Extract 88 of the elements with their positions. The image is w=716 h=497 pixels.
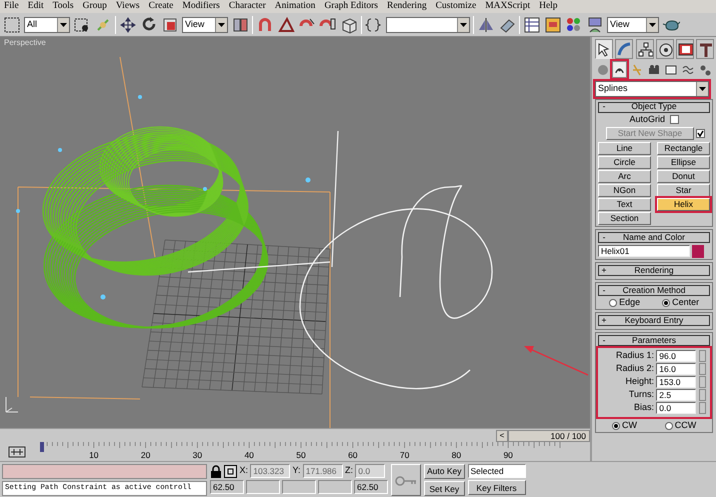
rollout-title: Creation Method xyxy=(622,286,686,296)
menu-item[interactable]: Group xyxy=(82,1,107,12)
number-field[interactable]: 0.0 xyxy=(656,402,696,414)
coordinate-field[interactable]: 171.986 xyxy=(302,464,343,478)
menu-item[interactable]: Graph Editors xyxy=(324,1,378,12)
previous-frame-button[interactable]: < xyxy=(496,430,508,442)
object-type-button[interactable]: Rectangle xyxy=(657,142,710,155)
frame-number: 40 xyxy=(244,450,254,460)
frame-number: 50 xyxy=(296,450,306,460)
coordinate-field[interactable]: 0.0 xyxy=(355,464,386,478)
number-field[interactable]: 2.5 xyxy=(656,389,696,402)
field-label: Turns: xyxy=(628,390,654,400)
radio-label: Edge xyxy=(619,298,640,308)
object-type-button[interactable]: Circle xyxy=(598,156,651,169)
object-type-button[interactable]: Text xyxy=(598,198,651,211)
rollout-title: Rendering xyxy=(633,266,675,276)
coordinate-label: X: xyxy=(240,466,248,476)
key-filters-button[interactable]: Key Filters xyxy=(468,480,526,496)
frame-counter: 100 / 100 xyxy=(508,430,590,442)
rollout-header[interactable]: + Keyboard Entry xyxy=(598,314,710,326)
object-type-button[interactable]: Section xyxy=(598,212,651,225)
dropdown[interactable]: All xyxy=(24,16,70,32)
field-label: Radius 2: xyxy=(616,364,654,374)
radio-label: CW xyxy=(622,421,637,432)
rollout-toggle[interactable]: - xyxy=(599,232,609,242)
set-key-button[interactable]: Set Key xyxy=(424,481,464,496)
auto-key-button[interactable]: Auto Key xyxy=(424,464,464,479)
rollout-toggle[interactable]: - xyxy=(599,102,609,112)
key-mode-field[interactable]: Selected xyxy=(468,464,526,478)
menu-item[interactable]: MAXScript xyxy=(485,1,530,12)
menu-item[interactable]: Help xyxy=(539,1,558,12)
menu-item[interactable]: Views xyxy=(116,1,140,12)
frame-number: 70 xyxy=(400,450,410,460)
name-field[interactable]: Helix01 xyxy=(598,245,690,258)
autogrid-label: AutoGrid xyxy=(629,114,666,124)
number-field[interactable]: 96.0 xyxy=(656,350,696,362)
rollout-header[interactable]: - Name and Color xyxy=(598,232,710,243)
category-dropdown[interactable]: Splines xyxy=(595,80,709,96)
object-type-button[interactable]: Helix xyxy=(657,198,710,211)
dropdown[interactable]: View xyxy=(607,16,659,32)
coordinate-field[interactable]: 103.323 xyxy=(250,464,290,478)
field-label: Bias: xyxy=(634,403,654,413)
menu-item[interactable]: Rendering xyxy=(387,1,427,12)
menu-item[interactable]: Edit xyxy=(28,1,44,12)
menu-item[interactable]: Animation xyxy=(274,1,316,12)
rollout-header[interactable]: - Creation Method xyxy=(598,284,710,296)
menu-item[interactable]: Customize xyxy=(436,1,476,12)
number-field[interactable]: 16.0 xyxy=(656,363,696,376)
time-slider-thumb[interactable]: < 100 / 100 xyxy=(496,430,590,442)
object-type-button[interactable]: Star xyxy=(657,184,710,197)
rollout-header[interactable]: - Object Type xyxy=(598,102,710,112)
rollout-header[interactable]: + Rendering xyxy=(598,264,710,276)
menu-item[interactable]: File xyxy=(4,1,19,12)
object-type-button[interactable]: Donut xyxy=(657,170,710,183)
radio-label: CCW xyxy=(674,421,696,432)
readout-field: 62.50 xyxy=(210,480,244,494)
dropdown[interactable]: View xyxy=(182,16,228,32)
menu-item[interactable]: Create xyxy=(148,1,174,12)
object-type-button[interactable]: NGon xyxy=(598,184,651,197)
object-type-button[interactable]: Arc xyxy=(598,170,651,183)
rollout-toggle[interactable]: - xyxy=(599,336,609,345)
menu-item[interactable]: Tools xyxy=(52,1,74,12)
menu-item[interactable]: Modifiers xyxy=(182,1,220,12)
rollout-title: Keyboard Entry xyxy=(624,316,684,325)
frame-number: 60 xyxy=(348,450,358,460)
rollout-toggle[interactable]: + xyxy=(599,266,609,276)
object-type-button[interactable]: Ellipse xyxy=(657,156,710,169)
frame-number: 80 xyxy=(452,450,462,460)
radio-label: Center xyxy=(672,298,700,308)
menu-item[interactable]: Character xyxy=(228,1,266,12)
rollout-toggle[interactable]: - xyxy=(599,286,609,296)
field-label: Height: xyxy=(625,377,654,387)
rollout-title: Object Type xyxy=(630,102,678,112)
coordinate-label: Z: xyxy=(345,466,354,476)
rollout-title: Parameters xyxy=(631,336,677,345)
coordinate-label: Y: xyxy=(292,466,301,476)
rollout-header[interactable]: - Parameters xyxy=(598,334,710,346)
frame-number: 20 xyxy=(140,450,150,460)
frame-number: 10 xyxy=(89,450,99,460)
viewport-label: Perspective xyxy=(4,39,46,48)
number-field[interactable]: 153.0 xyxy=(656,376,696,388)
field-label: Radius 1: xyxy=(616,351,654,361)
frame-number: 90 xyxy=(503,450,513,460)
frame-number: 30 xyxy=(192,450,202,460)
readout-field: 62.50 xyxy=(354,480,388,494)
rollout-title: Name and Color xyxy=(622,232,686,242)
rollout-toggle[interactable]: + xyxy=(599,316,609,325)
object-type-button[interactable]: Line xyxy=(598,142,651,155)
